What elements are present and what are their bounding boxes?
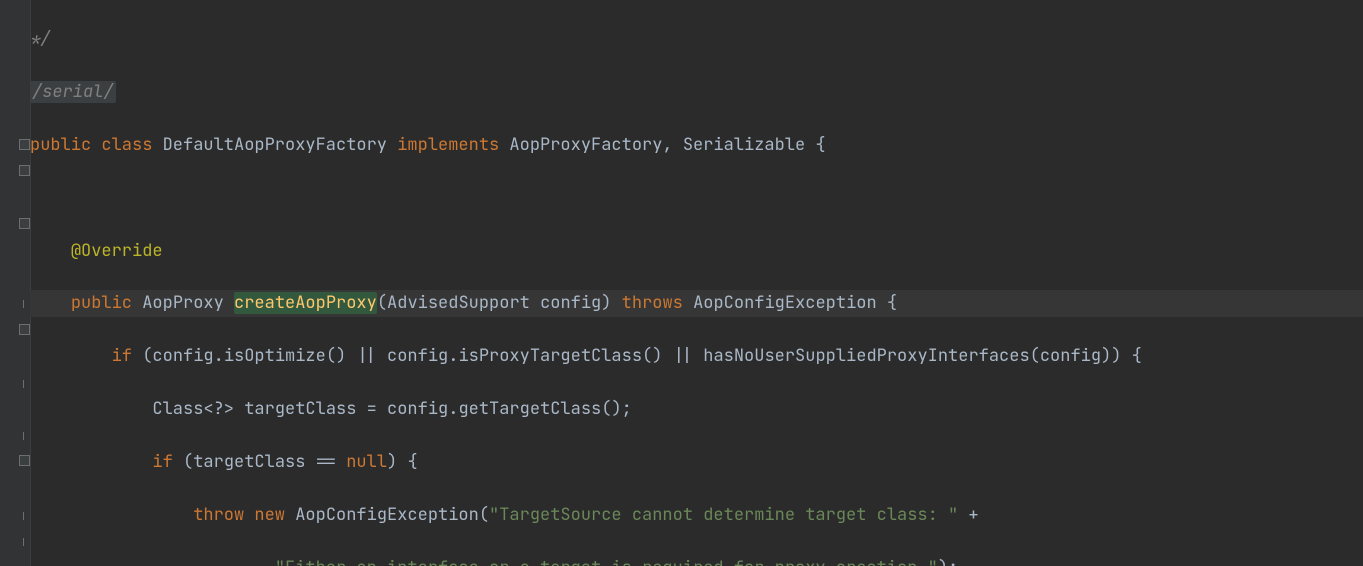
type: Class<?> [152,398,234,420]
keyword-if: if [152,451,172,473]
type: AopConfigException [295,504,479,526]
param-name: config [540,292,601,314]
keyword-throw: throw [193,504,244,526]
string-literal: "Either an interface or a target is requ… [275,557,938,566]
gutter [0,0,31,566]
keyword-public: public [30,134,91,156]
code-line: */ [30,26,1363,52]
method-call: isProxyTargetClass [458,345,642,367]
interface-name: Serializable [683,134,805,156]
identifier: config [152,345,213,367]
variable: targetClass [193,451,305,473]
code-line: if (config.isOptimize() || config.isProx… [30,343,1363,369]
keyword-implements: implements [397,134,499,156]
class-declaration: public class DefaultAopProxyFactory impl… [30,132,1363,158]
interface-name: AopProxyFactory [509,134,662,156]
fold-end-icon [23,300,24,308]
code-line: Class<?> targetClass = config.getTargetC… [30,396,1363,422]
param-type: AdvisedSupport [387,292,530,314]
fold-end-icon [23,380,24,388]
keyword-null: null [346,451,387,473]
method-call: isOptimize [224,345,326,367]
keyword-if: if [112,345,132,367]
fold-icon[interactable] [19,455,30,466]
method-call: getTargetClass [458,398,601,420]
fold-icon[interactable] [19,165,30,176]
keyword-public: public [71,292,132,314]
method-name: createAopProxy [234,292,377,314]
code-editor[interactable]: */ /serial/ public class DefaultAopProxy… [0,0,1363,566]
fold-icon[interactable] [19,139,30,150]
fold-end-icon [23,512,24,520]
fold-hint-serial[interactable]: /serial/ [30,81,116,103]
code-line: if (targetClass == null) { [30,449,1363,475]
annotation-line: @Override [30,238,1363,264]
code-line: throw new AopConfigException("TargetSour… [30,502,1363,528]
method-call: hasNoUserSuppliedProxyInterfaces [703,345,1029,367]
keyword-class: class [101,134,152,156]
identifier: config [387,398,448,420]
comment-end: */ [30,28,50,50]
variable: targetClass [244,398,356,420]
string-literal: "TargetSource cannot determine target cl… [489,504,958,526]
override-annotation: @Override [71,240,163,262]
identifier: config [1040,345,1101,367]
throws-type: AopConfigException [693,292,877,314]
identifier: config [387,345,448,367]
return-type: AopProxy [142,292,224,314]
fold-end-icon [23,538,24,546]
fold-icon[interactable] [19,324,30,335]
breakpoint-gutter[interactable] [0,131,6,157]
fold-end-icon [23,432,24,440]
blank-line [30,185,1363,211]
method-signature: public AopProxy createAopProxy(AdvisedSu… [30,290,1363,316]
code-area[interactable]: */ /serial/ public class DefaultAopProxy… [30,0,1363,566]
keyword-new: new [254,504,285,526]
code-line: /serial/ [30,79,1363,105]
class-name: DefaultAopProxyFactory [163,134,387,156]
code-line: "Either an interface or a target is requ… [30,555,1363,566]
keyword-throws: throws [622,292,683,314]
fold-icon[interactable] [19,218,30,229]
